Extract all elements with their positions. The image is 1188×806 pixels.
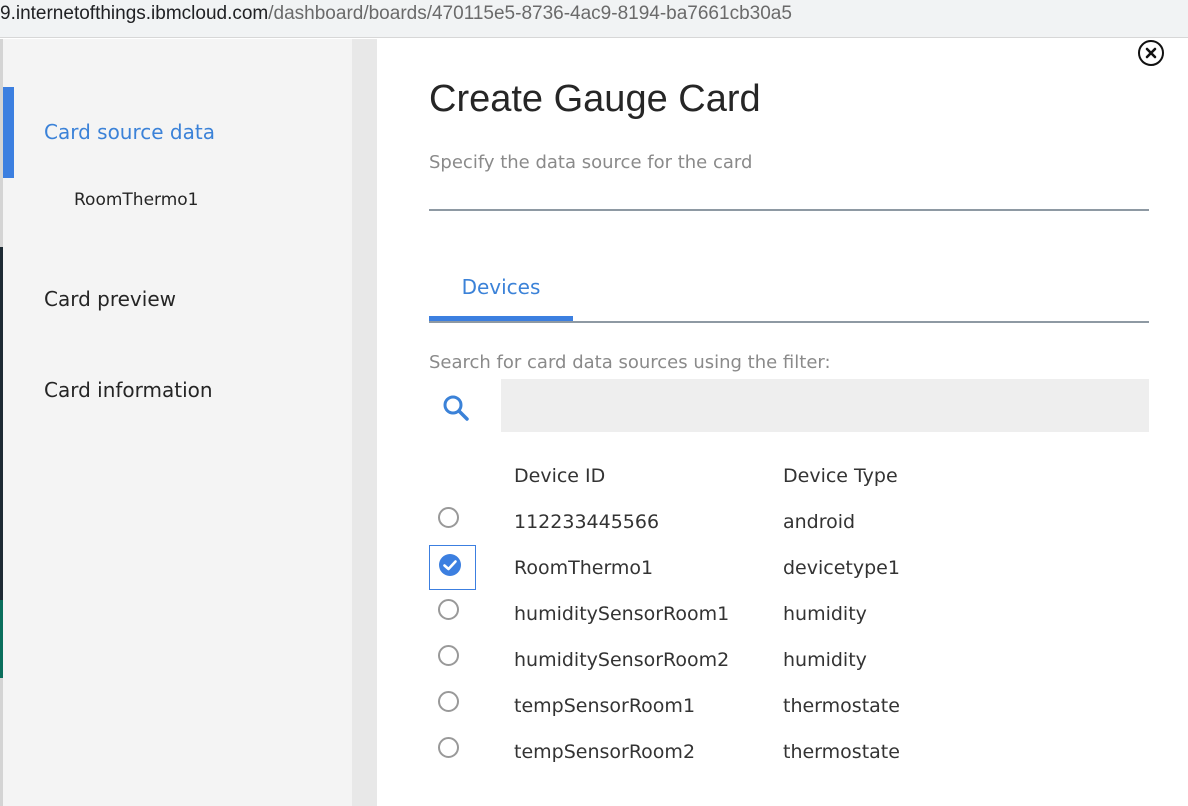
sidebar-divider [352, 39, 377, 806]
filter-label: Search for card data sources using the f… [429, 352, 831, 373]
column-header-device-id: Device ID [514, 465, 606, 487]
device-type-cell: humidity [783, 649, 867, 671]
device-type-cell: devicetype1 [783, 557, 900, 579]
device-type-cell: humidity [783, 603, 867, 625]
tab-devices[interactable]: Devices [429, 270, 573, 322]
url-host: 9.internetofthings.ibmcloud.com [0, 3, 269, 24]
device-id-cell: 112233445566 [514, 511, 660, 533]
active-step-indicator [3, 87, 14, 178]
device-id-cell: tempSensorRoom1 [514, 695, 696, 717]
checkmark-circle-icon[interactable] [438, 553, 462, 577]
device-type-cell: thermostate [783, 695, 900, 717]
row-select-radio[interactable] [438, 599, 459, 620]
url-path: /dashboard/boards/470115e5-8736-4ac9-819… [268, 3, 792, 24]
row-select-radio[interactable] [438, 645, 459, 666]
row-select-radio[interactable] [438, 507, 459, 528]
divider [429, 209, 1149, 211]
device-type-cell: thermostate [783, 741, 900, 763]
device-id-cell: tempSensorRoom2 [514, 741, 696, 763]
row-select-radio[interactable] [438, 691, 459, 712]
step-card-source-data[interactable]: Card source data [44, 120, 215, 144]
dialog-title: Create Gauge Card [429, 78, 761, 120]
browser-url-bar[interactable]: 9.internetofthings.ibmcloud.com/dashboar… [0, 0, 1188, 38]
search-icon[interactable] [441, 393, 471, 423]
filter-search-input[interactable] [501, 379, 1149, 432]
dialog-subtitle: Specify the data source for the card [429, 152, 753, 173]
close-button[interactable] [1138, 40, 1164, 66]
selected-source-label: RoomThermo1 [74, 190, 199, 210]
row-select-radio[interactable] [438, 737, 459, 758]
device-id-cell: RoomThermo1 [514, 557, 654, 579]
wizard-sidebar: Card source data RoomThermo1 Card previe… [3, 39, 352, 806]
step-card-information[interactable]: Card information [44, 378, 213, 402]
device-id-cell: humiditySensorRoom2 [514, 649, 730, 671]
tabs-divider [429, 321, 1149, 323]
device-id-cell: humiditySensorRoom1 [514, 603, 730, 625]
column-header-device-type: Device Type [783, 465, 898, 487]
device-type-cell: android [783, 511, 856, 533]
step-card-preview[interactable]: Card preview [44, 287, 176, 311]
close-icon [1145, 47, 1157, 59]
